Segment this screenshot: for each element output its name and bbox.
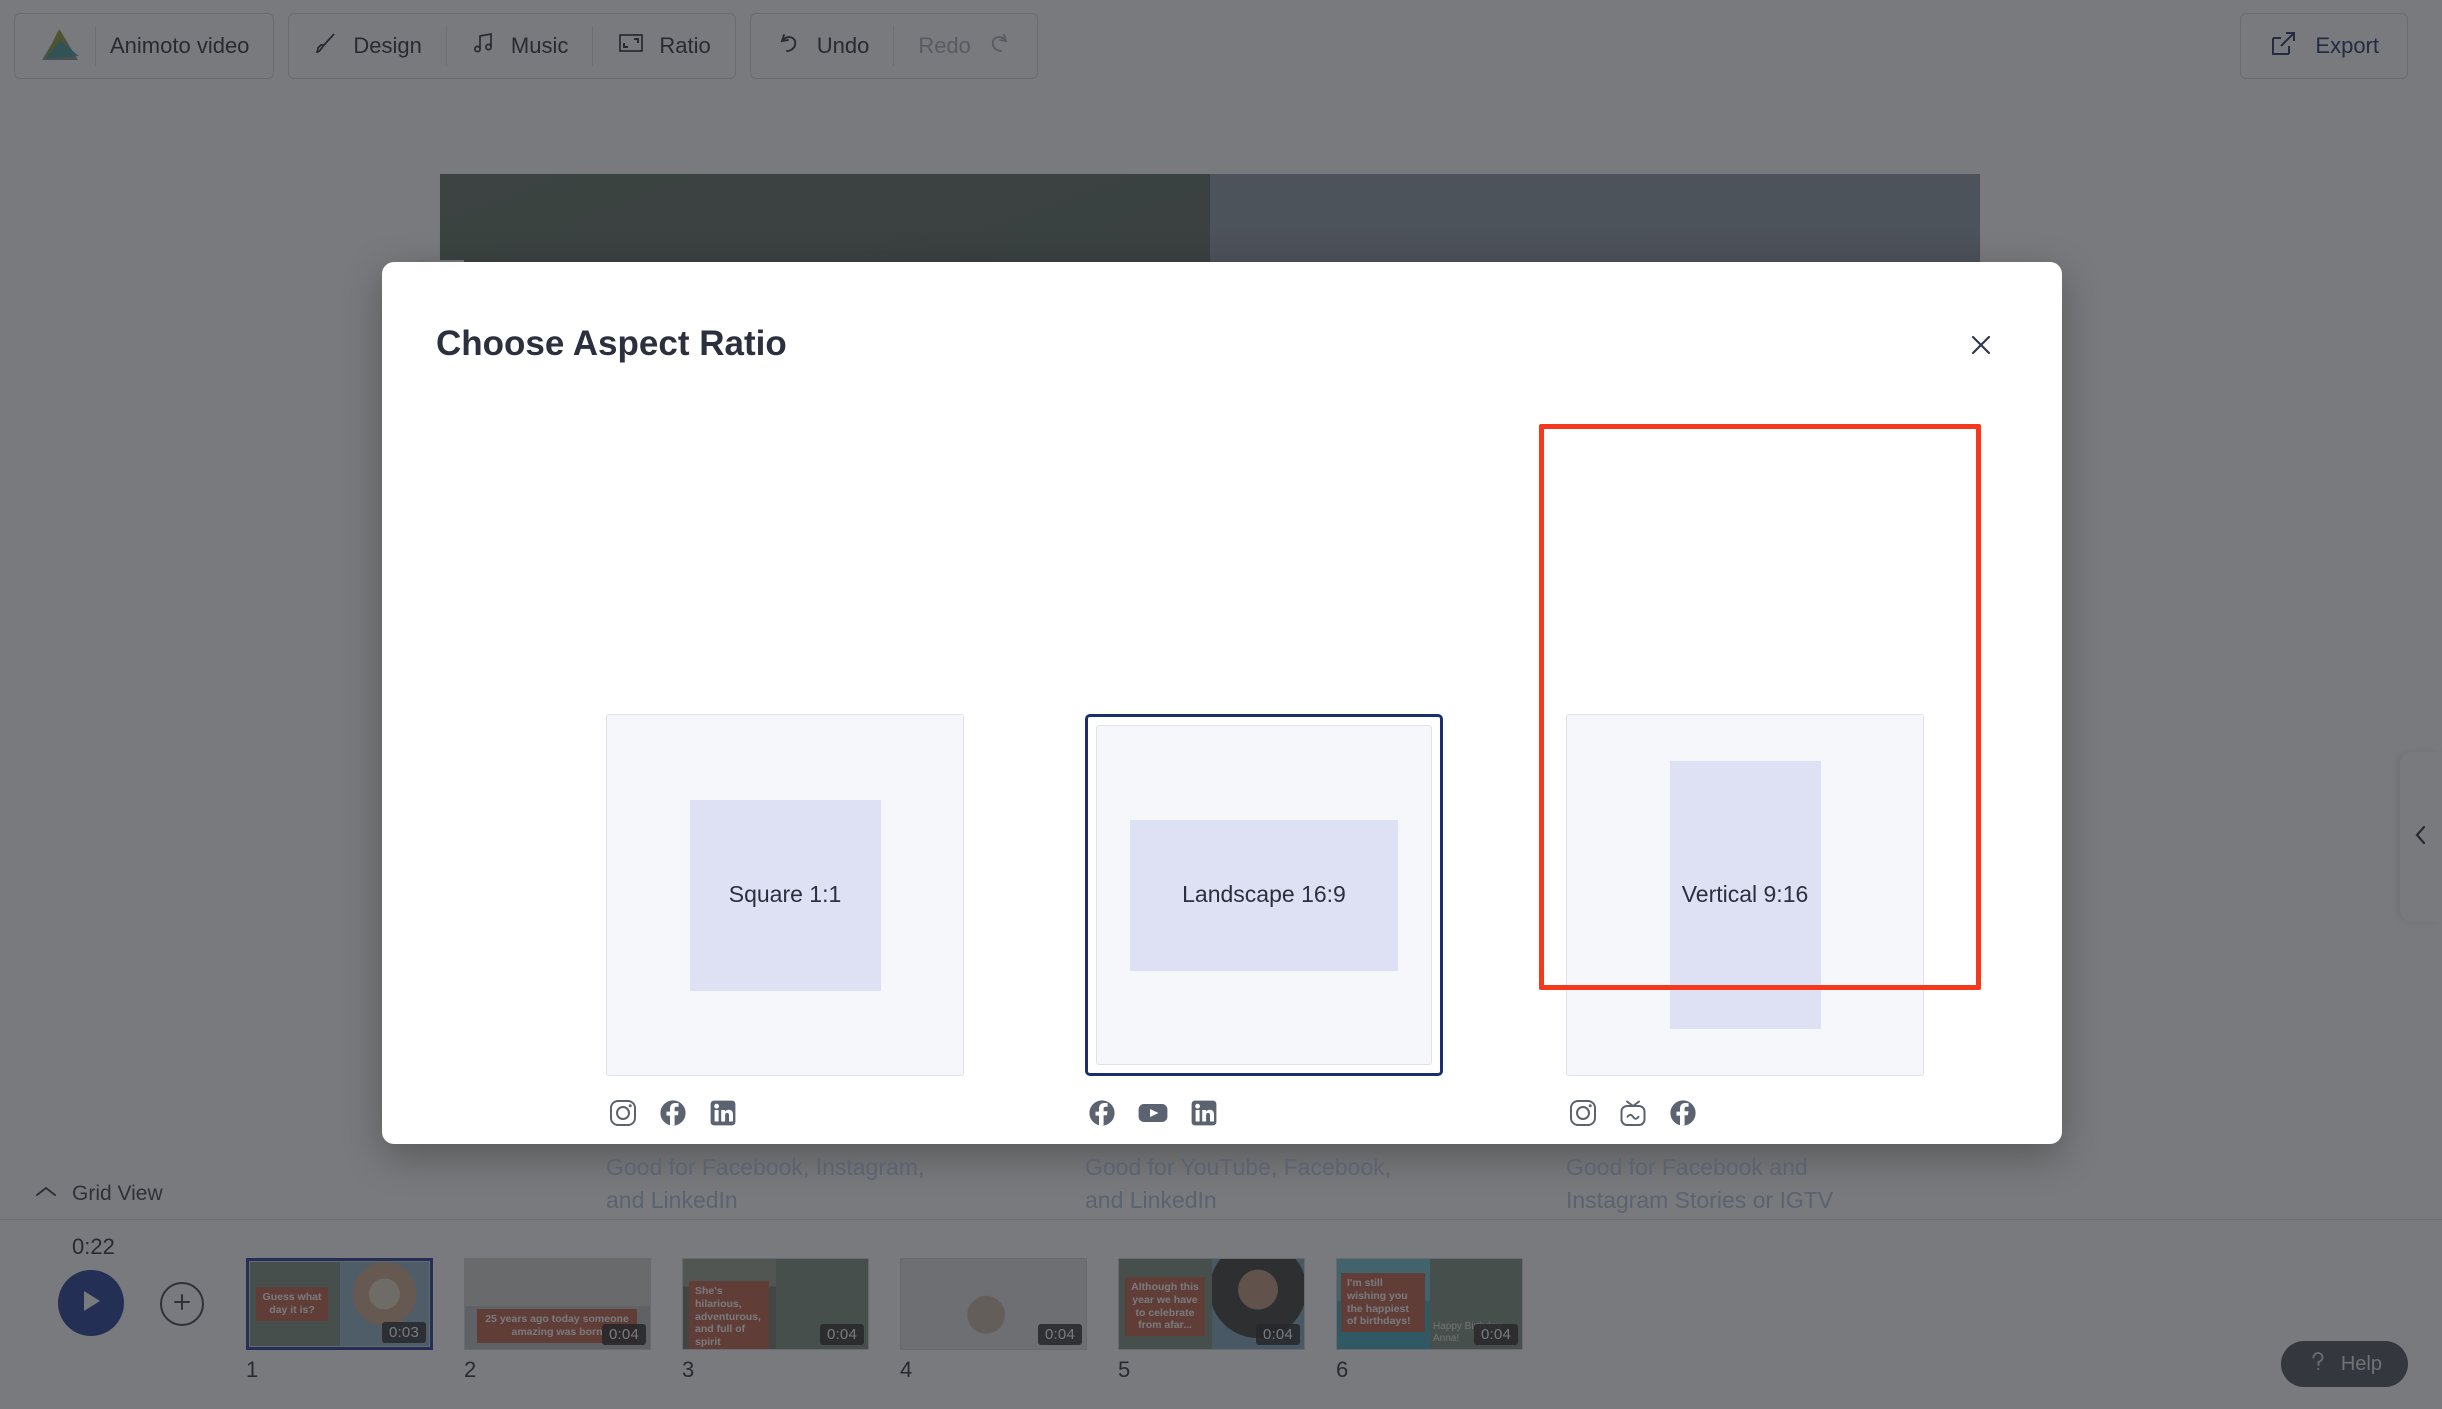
ratio-label: Landscape 16:9 xyxy=(1130,819,1398,971)
ratio-option-vertical[interactable]: Vertical 9:16 Good for Facebook and Inst… xyxy=(1566,714,1924,1218)
close-icon xyxy=(1966,330,1996,365)
preview-inner: Square 1:1 xyxy=(607,715,963,1075)
landscape-description: Good for YouTube, Facebook, and LinkedIn xyxy=(1085,1154,1392,1214)
vertical-preview[interactable]: Vertical 9:16 xyxy=(1566,714,1924,1076)
close-button[interactable] xyxy=(1958,324,2004,370)
landscape-preview[interactable]: Landscape 16:9 xyxy=(1085,714,1443,1076)
modal-title: Choose Aspect Ratio xyxy=(436,324,787,363)
vertical-description: Good for Facebook and Instagram Stories … xyxy=(1566,1154,1834,1214)
ratio-label: Vertical 9:16 xyxy=(1669,761,1821,1029)
preview-inner: Vertical 9:16 xyxy=(1567,715,1923,1075)
aspect-ratio-modal: Choose Aspect Ratio Square 1:1 Good for … xyxy=(382,262,2062,1213)
ratio-label: Square 1:1 xyxy=(689,799,881,991)
platform-icons xyxy=(608,1098,964,1133)
square-description: Good for Facebook, Instagram, and Linked… xyxy=(606,1154,925,1214)
linkedin-icon xyxy=(1189,1098,1219,1133)
linkedin-icon xyxy=(708,1098,738,1133)
ratio-option-landscape[interactable]: Landscape 16:9 Good for YouTube, Faceboo… xyxy=(1085,714,1443,1218)
preview-inner: Landscape 16:9 xyxy=(1096,725,1432,1065)
platform-icons xyxy=(1568,1098,1924,1133)
instagram-icon xyxy=(1568,1098,1598,1133)
square-preview[interactable]: Square 1:1 xyxy=(606,714,964,1076)
facebook-icon xyxy=(658,1098,688,1133)
platform-icons xyxy=(1087,1098,1443,1133)
ratio-option-square[interactable]: Square 1:1 Good for Facebook, Instagram,… xyxy=(606,714,964,1218)
facebook-icon xyxy=(1087,1098,1117,1133)
youtube-icon xyxy=(1137,1098,1169,1133)
facebook-icon xyxy=(1668,1098,1698,1133)
igtv-icon xyxy=(1618,1098,1648,1133)
instagram-icon xyxy=(608,1098,638,1133)
